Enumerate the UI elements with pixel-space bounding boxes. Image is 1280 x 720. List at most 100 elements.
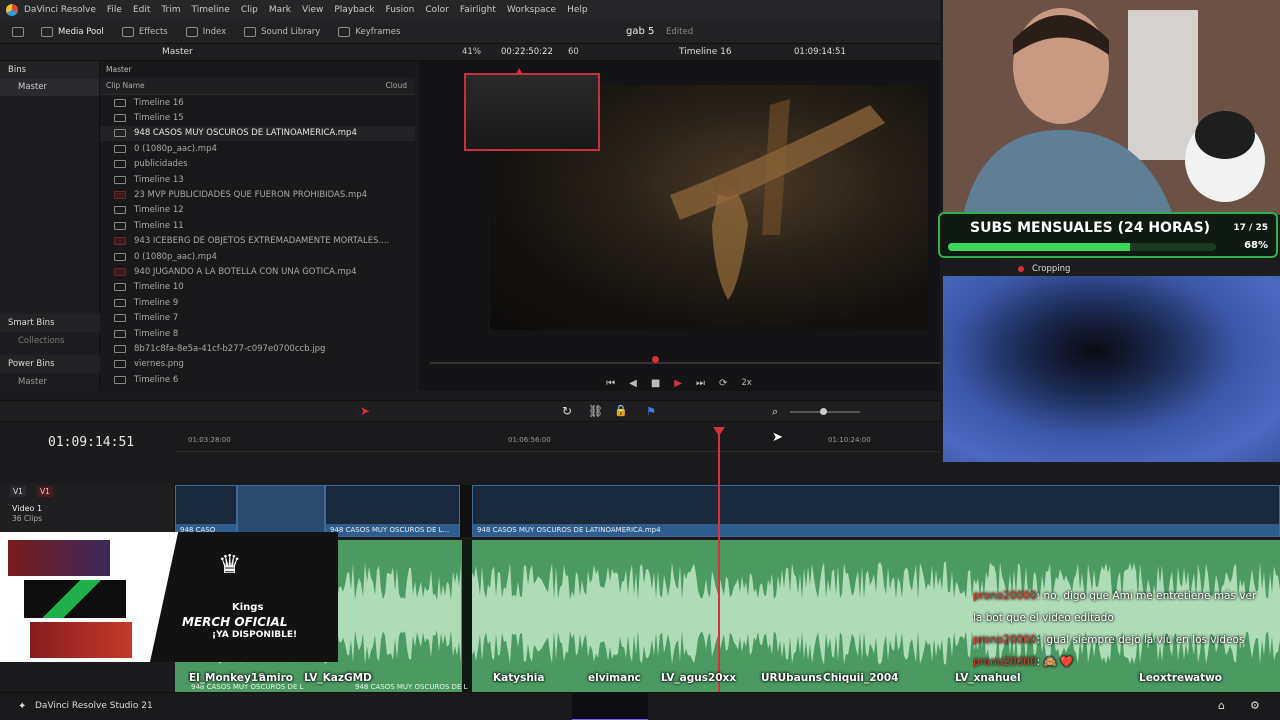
menu-help[interactable]: Help (567, 5, 588, 15)
clip-list-item[interactable]: Timeline 8 (100, 326, 415, 341)
video-clip-icon (114, 237, 126, 246)
timeline-clip[interactable]: 948 CASO (175, 485, 237, 537)
power-bin-master[interactable]: Master (0, 374, 65, 391)
clip-list-item[interactable]: Timeline 6 (100, 372, 415, 387)
index-label: Index (202, 26, 227, 37)
timeline-playhead[interactable] (718, 430, 720, 692)
clip-list-item[interactable]: 948 CASOS MUY OSCUROS DE LATINOAMERICA.m… (100, 125, 415, 142)
scrubber-handle[interactable] (652, 356, 659, 363)
menu-fairlight[interactable]: Fairlight (460, 5, 496, 15)
zoom-dropdown[interactable]: 41% (462, 47, 481, 57)
play-icon[interactable]: ▶ (674, 378, 682, 389)
sound-library-button[interactable]: Sound Library (244, 26, 320, 37)
chat-text: la bot que el video editado (973, 612, 1114, 624)
media-pool-button[interactable]: Media Pool (41, 26, 104, 37)
effects-button[interactable]: Effects (121, 26, 168, 37)
clip-list-item[interactable]: Timeline 10 (100, 280, 415, 295)
index-button[interactable]: Index (185, 26, 227, 37)
home-icon[interactable]: ⌂ (1218, 699, 1225, 712)
timeline-ruler[interactable]: 01:03:28:00 01:06:56:00 01:10:24:00 (175, 428, 940, 452)
clip-list-item[interactable]: 23 MVP PUBLICIDADES QUE FUERON PROHIBIDA… (100, 187, 415, 202)
menu-app-name[interactable]: DaVinci Resolve (24, 5, 96, 15)
link-icon[interactable]: ⛓ (588, 404, 603, 418)
settings-gear-icon[interactable]: ⚙ (1250, 699, 1260, 712)
menu-timeline[interactable]: Timeline (192, 5, 230, 15)
play-reverse-icon[interactable]: ◀ (629, 378, 637, 389)
zoom-slider-handle[interactable] (820, 408, 827, 415)
active-page-tab[interactable] (572, 693, 648, 720)
menu-view[interactable]: View (302, 5, 323, 15)
timeline-name-dropdown[interactable]: Timeline 16 (679, 47, 732, 57)
clip-list-item[interactable]: 8b71c8fa-8e5a-41cf-b277-c097e0700ccb.jpg (100, 341, 415, 356)
smart-bins-header[interactable]: Smart Bins (0, 314, 100, 332)
merch-dark-panel (150, 532, 338, 662)
menu-color[interactable]: Color (425, 5, 449, 15)
clip-list-item-name: Timeline 12 (134, 205, 184, 216)
panel-toggle-icon[interactable] (12, 26, 29, 37)
chat-message: prono20000: 🙈 ❤️ (973, 651, 1280, 673)
speed-readout[interactable]: 2x (741, 378, 751, 388)
jump-end-icon[interactable]: ⏭ (696, 378, 705, 389)
merch-thumb-1 (8, 540, 110, 576)
menu-clip[interactable]: Clip (241, 5, 258, 15)
power-bins-header[interactable]: Power Bins (0, 355, 100, 373)
clip-list-item[interactable]: 0 (1080p_aac).mp4 (100, 249, 415, 264)
col-clip-name[interactable]: Clip Name (106, 81, 145, 90)
bin-collections[interactable]: Collections (0, 333, 82, 350)
clip-list-item[interactable]: Timeline 11 (100, 218, 415, 233)
subs-goal-percent: 68% (1244, 240, 1268, 251)
video-clip-icon (114, 267, 126, 276)
timeline-icon (114, 221, 126, 230)
flag-icon[interactable]: ⚑ (646, 405, 656, 418)
clip-list-item[interactable]: 943 ICEBERG DE OBJETOS EXTREMADAMENTE MO… (100, 234, 415, 249)
clip-list-item[interactable]: Timeline 9 (100, 295, 415, 310)
interface-toolbar: Media Pool Effects Index Sound Library K… (0, 20, 940, 44)
timeline-clip-group[interactable] (237, 485, 325, 537)
viewer-scrubber[interactable] (430, 362, 940, 364)
menu-edit[interactable]: Edit (133, 5, 150, 15)
loop-icon[interactable]: ⟳ (719, 378, 727, 389)
clip-list-item[interactable]: Timeline 12 (100, 203, 415, 218)
chat-username: prono20000 (973, 634, 1037, 646)
clip-list-item[interactable]: 940 JUGANDO A LA BOTELLA CON UNA GOTICA.… (100, 264, 415, 279)
menu-fusion[interactable]: Fusion (386, 5, 415, 15)
col-cloud[interactable]: Cloud (386, 81, 407, 90)
timeline-clip[interactable]: 948 CASOS MUY OSCUROS DE LATINOAMERICA.m… (472, 485, 1280, 537)
selection-tool-icon[interactable]: ➤ (360, 404, 370, 418)
clip-list-item[interactable]: Timeline 16 (100, 95, 415, 110)
effects-label: Effects (138, 26, 168, 37)
viewer-name: LV_agus20xx (661, 672, 737, 684)
clip-list-item[interactable]: Timeline 15 (100, 110, 415, 125)
keyframes-button[interactable]: Keyframes (338, 26, 400, 37)
merch-brand: Kings (232, 602, 264, 613)
menu-trim[interactable]: Trim (161, 5, 180, 15)
clip-list-item[interactable]: publicidades (100, 157, 415, 172)
zoom-icon[interactable]: ⌕ (772, 405, 778, 419)
second-camera-feed (943, 276, 1280, 462)
menu-playback[interactable]: Playback (334, 5, 374, 15)
lock-icon[interactable]: 🔒 (614, 404, 628, 417)
v1-target-badge[interactable]: V1 (37, 486, 53, 497)
clip-list-item[interactable]: Timeline 13 (100, 172, 415, 187)
clip-list-item[interactable]: viernes.png (100, 357, 415, 372)
media-pool-label: Media Pool (58, 26, 104, 37)
stop-icon[interactable]: ■ (651, 378, 660, 389)
menu-file[interactable]: File (107, 5, 122, 15)
viewer-name: Leoxtrew (1139, 672, 1194, 684)
track-name[interactable]: Video 1 (12, 504, 42, 513)
clip-list-item[interactable]: 0 (1080p_aac).mp4 (100, 141, 415, 156)
clip-list-item[interactable]: Timeline 7 (100, 310, 415, 325)
viewer-name: elvimanc (588, 672, 641, 684)
timeline-clip[interactable]: 948 CASOS MUY OSCUROS DE L... (325, 485, 460, 537)
menu-mark[interactable]: Mark (269, 5, 291, 15)
chat-text: : igual siempre dejo la viu en los video… (1036, 634, 1245, 646)
chat-username: prono20000 (973, 590, 1037, 602)
v1-source-badge[interactable]: V1 (10, 486, 26, 497)
clip-list-item-name: viernes.png (134, 359, 184, 370)
video-track[interactable]: 948 CASO 948 CASOS MUY OSCUROS DE L... 9… (175, 485, 1280, 537)
snapping-icon[interactable]: ↻ (562, 404, 572, 418)
timeline-icon (114, 375, 126, 384)
menu-workspace[interactable]: Workspace (507, 5, 556, 15)
bin-master[interactable]: Master (0, 79, 99, 96)
jump-start-icon[interactable]: ⏮ (606, 378, 615, 389)
